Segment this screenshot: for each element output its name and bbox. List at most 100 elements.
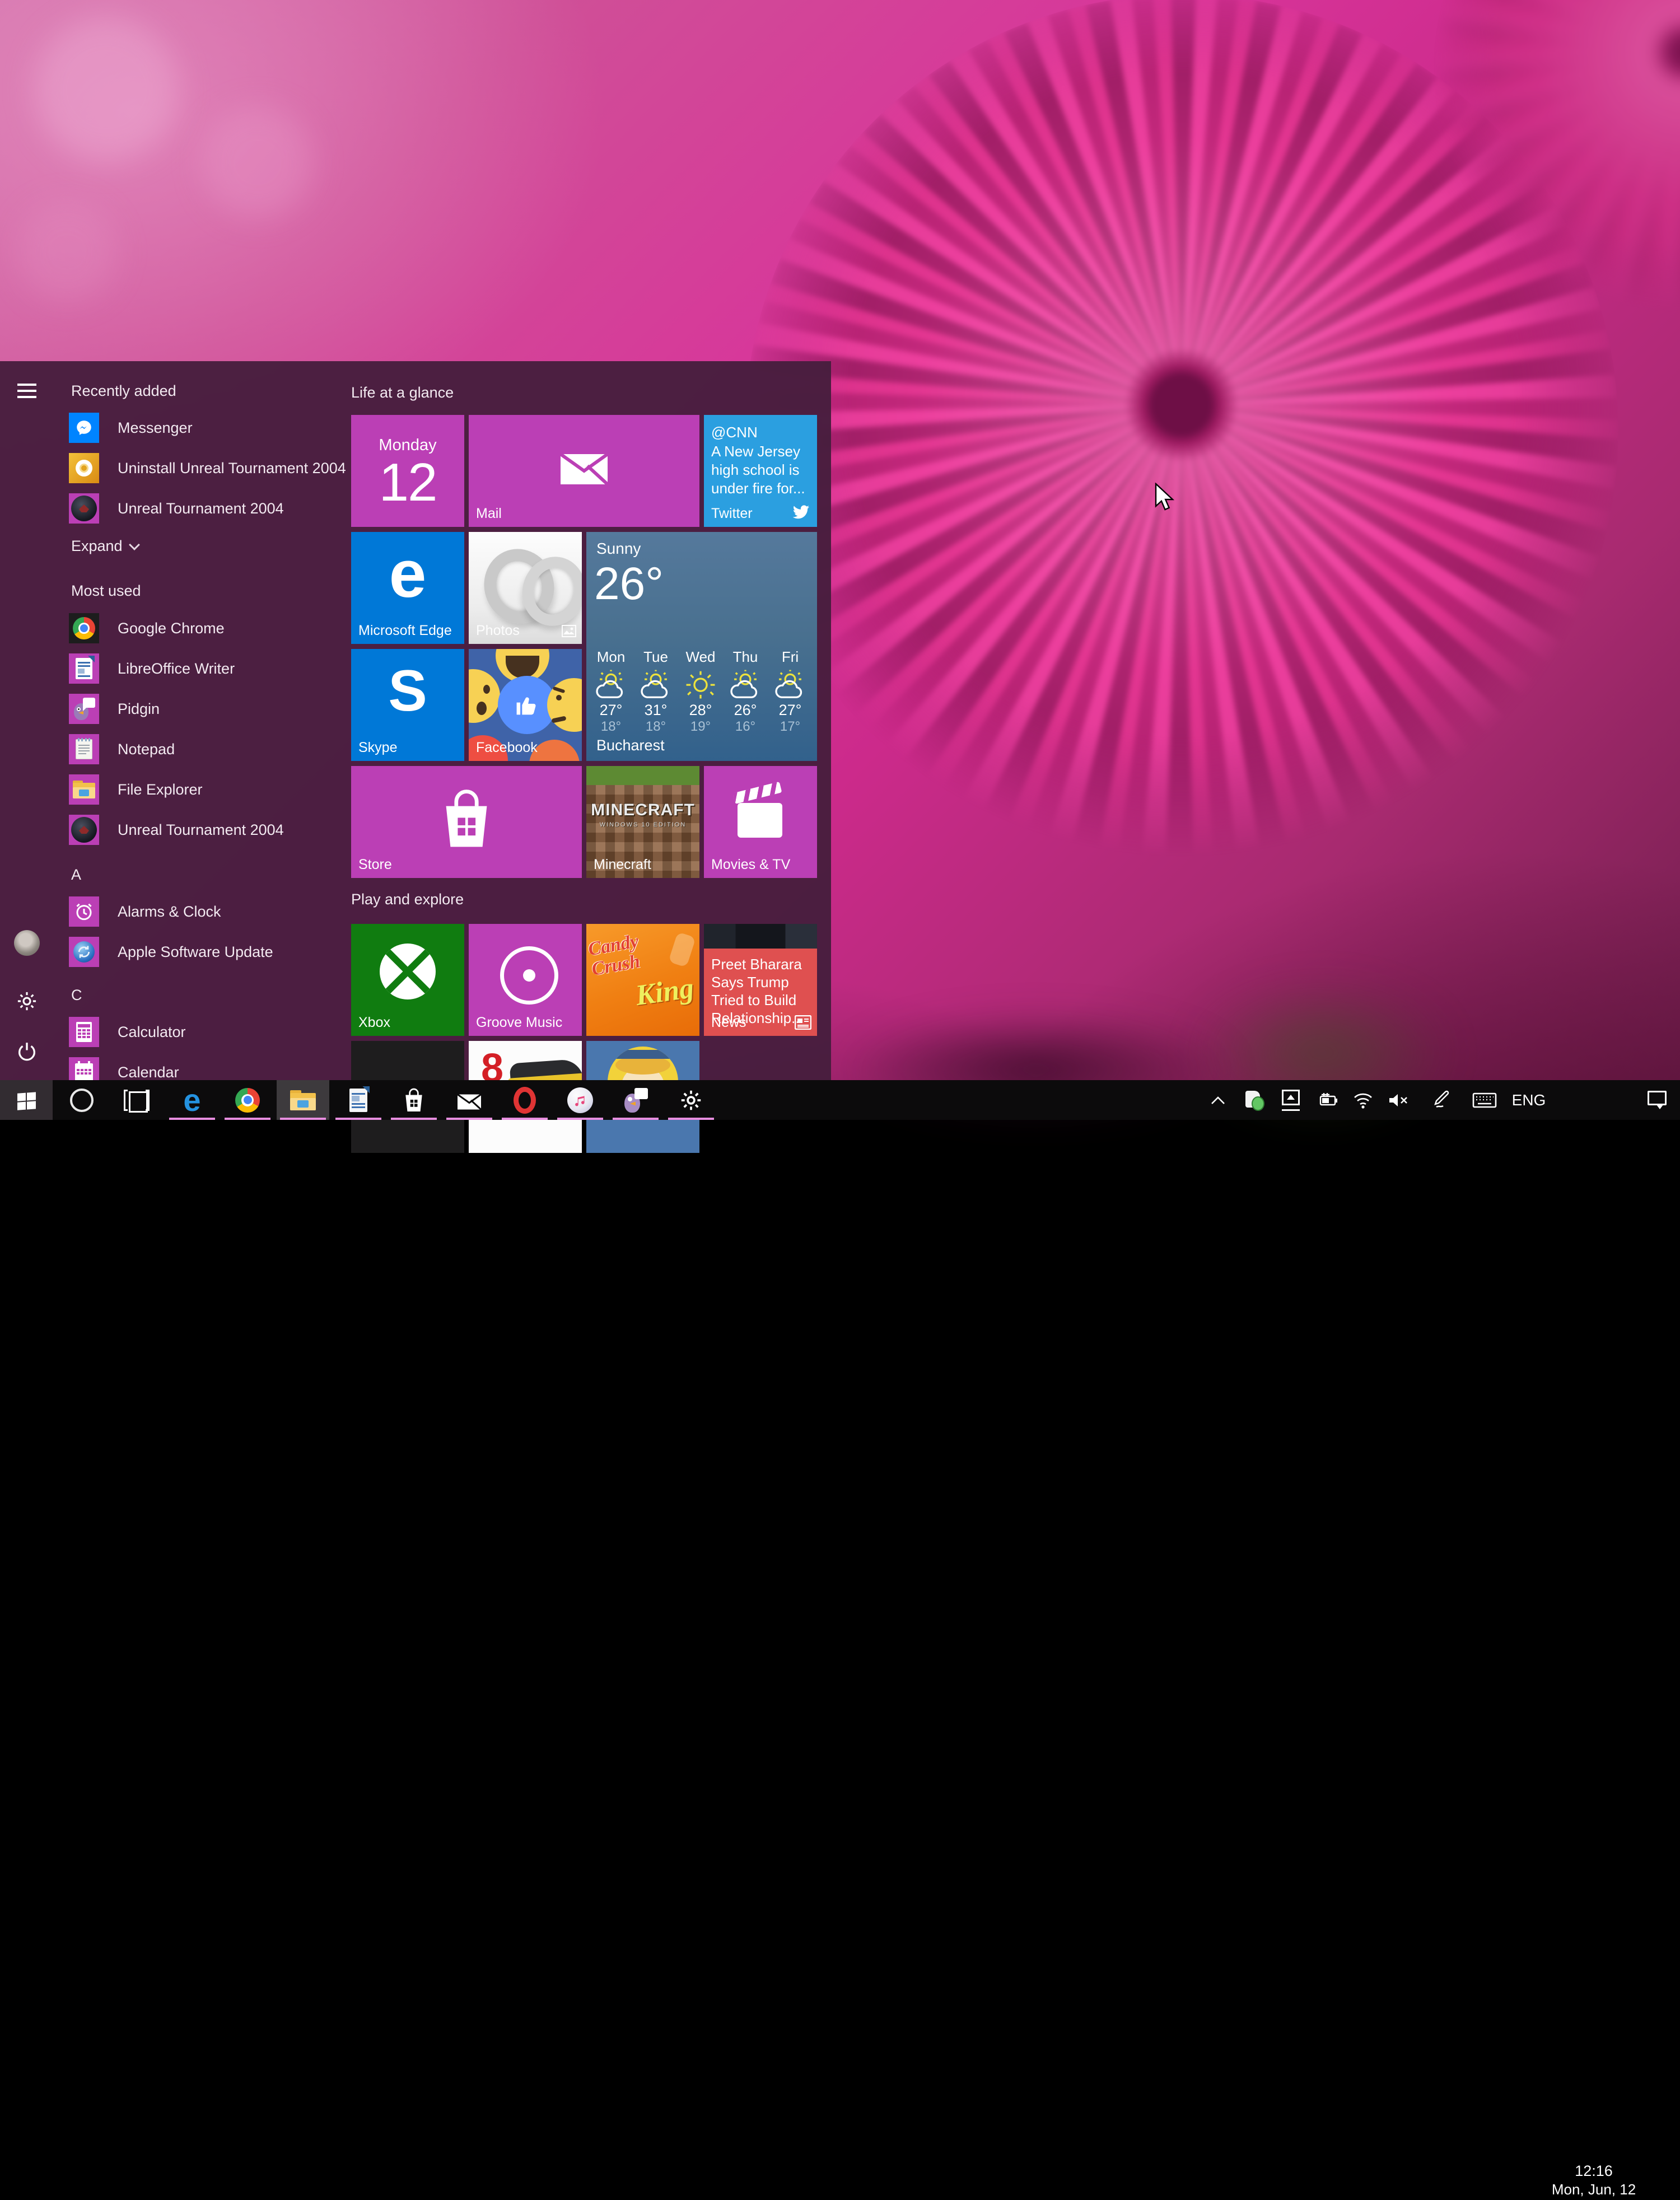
weather-condition: Sunny [596,540,817,558]
tile-photos[interactable]: Photos [469,532,582,644]
tile-candy-crush[interactable]: Candy Crush King [586,924,699,1036]
weather-city: Bucharest [596,737,665,754]
app-item-chrome[interactable]: Google Chrome [69,613,225,644]
candy-crush-logo: Candy Crush [587,928,660,980]
bokeh-circle [34,17,179,162]
task-view-icon [124,1090,150,1111]
tray-chevron-up-button[interactable] [1202,1080,1234,1120]
tile-facebook[interactable]: Facebook [469,649,582,761]
taskbar-writer-button[interactable] [332,1080,385,1120]
action-center-button[interactable] [1642,1080,1673,1120]
tile-news[interactable]: Preet Bharara Says Trump Tried to Build … [704,924,817,1036]
tile-edge[interactable]: e Microsoft Edge [351,532,464,644]
group-header-play: Play and explore [351,891,464,908]
start-button[interactable] [0,1080,53,1120]
store-bag-icon [437,788,496,850]
tray-wifi-button[interactable] [1347,1080,1379,1120]
settings-button[interactable] [12,987,41,1016]
user-avatar-button[interactable] [12,928,41,957]
mail-icon [456,1089,483,1111]
photos-icon [562,625,576,637]
app-item-alarms-clock[interactable]: Alarms & Clock [69,896,221,927]
wow-emoji [469,669,500,723]
tile-groove[interactable]: Groove Music [469,924,582,1036]
taskbar-settings-button[interactable] [665,1080,717,1120]
clock-date: Mon, Jun, 12 [1549,2181,1639,2198]
tray-pen-button[interactable] [1426,1080,1457,1120]
taskbar-file-explorer-button[interactable] [277,1080,329,1120]
cortana-button[interactable] [55,1080,108,1120]
minecraft-logo: MINECRAFT [586,801,699,820]
section-letter-c[interactable]: C [71,987,82,1004]
uninstall-disc-icon [69,453,99,483]
taskbar: e [0,1080,1680,1120]
app-item-calculator[interactable]: Calculator [69,1016,186,1048]
skype-icon: S [351,649,464,733]
edge-logo-icon: e [351,532,464,616]
hamburger-menu-button[interactable] [12,376,41,405]
news-photo [704,924,817,949]
avatar [14,930,40,956]
app-item-apple-software-update[interactable]: Apple Software Update [69,936,273,968]
tile-mail[interactable]: Mail [469,415,699,527]
apple-software-update-icon [69,937,99,967]
expand-toggle[interactable]: Expand [71,538,138,555]
bokeh-circle [17,202,118,302]
tray-safely-remove-button[interactable] [1276,1080,1307,1120]
tile-xbox[interactable]: Xbox [351,924,464,1036]
itunes-icon [567,1087,593,1113]
weather-day: Tue 31° 18° [634,648,677,735]
partly-cloudy-icon [594,669,628,699]
app-item-pidgin[interactable]: Pidgin [69,693,160,725]
power-icon [16,1040,38,1063]
taskbar-itunes-button[interactable] [554,1080,606,1120]
taskbar-store-button[interactable] [388,1080,440,1120]
tile-weather[interactable]: Sunny 26° Mon 27° 18° Tue 31° 18° Wed 28… [586,532,817,761]
pidgin-icon [69,694,99,724]
xbox-logo-icon [380,943,436,999]
taskbar-mail-button[interactable] [443,1080,496,1120]
tray-defender-button[interactable] [1238,1080,1270,1120]
taskbar-edge-button[interactable]: e [166,1080,218,1120]
cortana-icon [70,1089,94,1112]
app-item-notepad[interactable]: Notepad [69,734,175,765]
language-indicator: ENG [1512,1091,1546,1109]
tile-calendar[interactable]: Monday 12 [351,415,464,527]
opera-icon [514,1087,536,1114]
tray-keyboard-button[interactable] [1469,1080,1500,1120]
pidgin-icon [623,1088,648,1113]
taskbar-opera-button[interactable] [498,1080,551,1120]
alarm-clock-icon [69,896,99,927]
writer-icon [69,653,99,684]
task-view-button[interactable] [110,1080,163,1120]
tile-movies[interactable]: Movies & TV [704,766,817,878]
tile-minecraft[interactable]: MINECRAFT WINDOWS 10 EDITION Minecraft [586,766,699,878]
chevron-down-icon [129,539,140,550]
file-explorer-icon [290,1090,316,1110]
app-item-messenger[interactable]: Messenger [69,412,193,443]
windows-ink-pen-icon [1432,1090,1451,1110]
app-item-writer[interactable]: LibreOffice Writer [69,653,235,684]
chrome-icon [235,1088,260,1113]
twitter-bird-icon [791,505,810,520]
power-button[interactable] [12,1037,41,1066]
app-item-ut2004-2[interactable]: Unreal Tournament 2004 [69,814,284,846]
app-item-uninstall-ut2004[interactable]: Uninstall Unreal Tournament 2004 [69,452,346,484]
tile-twitter[interactable]: @CNN A New Jersey high school is under f… [704,415,817,527]
tile-store[interactable]: Store [351,766,582,878]
tray-language-button[interactable]: ENG [1509,1080,1549,1120]
groove-icon [500,946,558,1005]
tile-skype[interactable]: S Skype [351,649,464,761]
mouse-cursor [1154,483,1176,514]
app-item-file-explorer[interactable]: File Explorer [69,774,203,805]
taskbar-pidgin-button[interactable] [609,1080,662,1120]
weather-day: Mon 27° 18° [590,648,632,735]
tray-battery-button[interactable] [1312,1080,1343,1120]
tray-volume-button[interactable] [1383,1080,1414,1120]
tray-clock-button[interactable]: 12:16 Mon, Jun, 12 [1549,2160,1639,2200]
section-letter-a[interactable]: A [71,866,81,884]
taskbar-chrome-button[interactable] [221,1080,274,1120]
partly-cloudy-icon [773,669,808,699]
defender-icon [1245,1091,1262,1110]
app-item-ut2004[interactable]: Unreal Tournament 2004 [69,493,284,524]
